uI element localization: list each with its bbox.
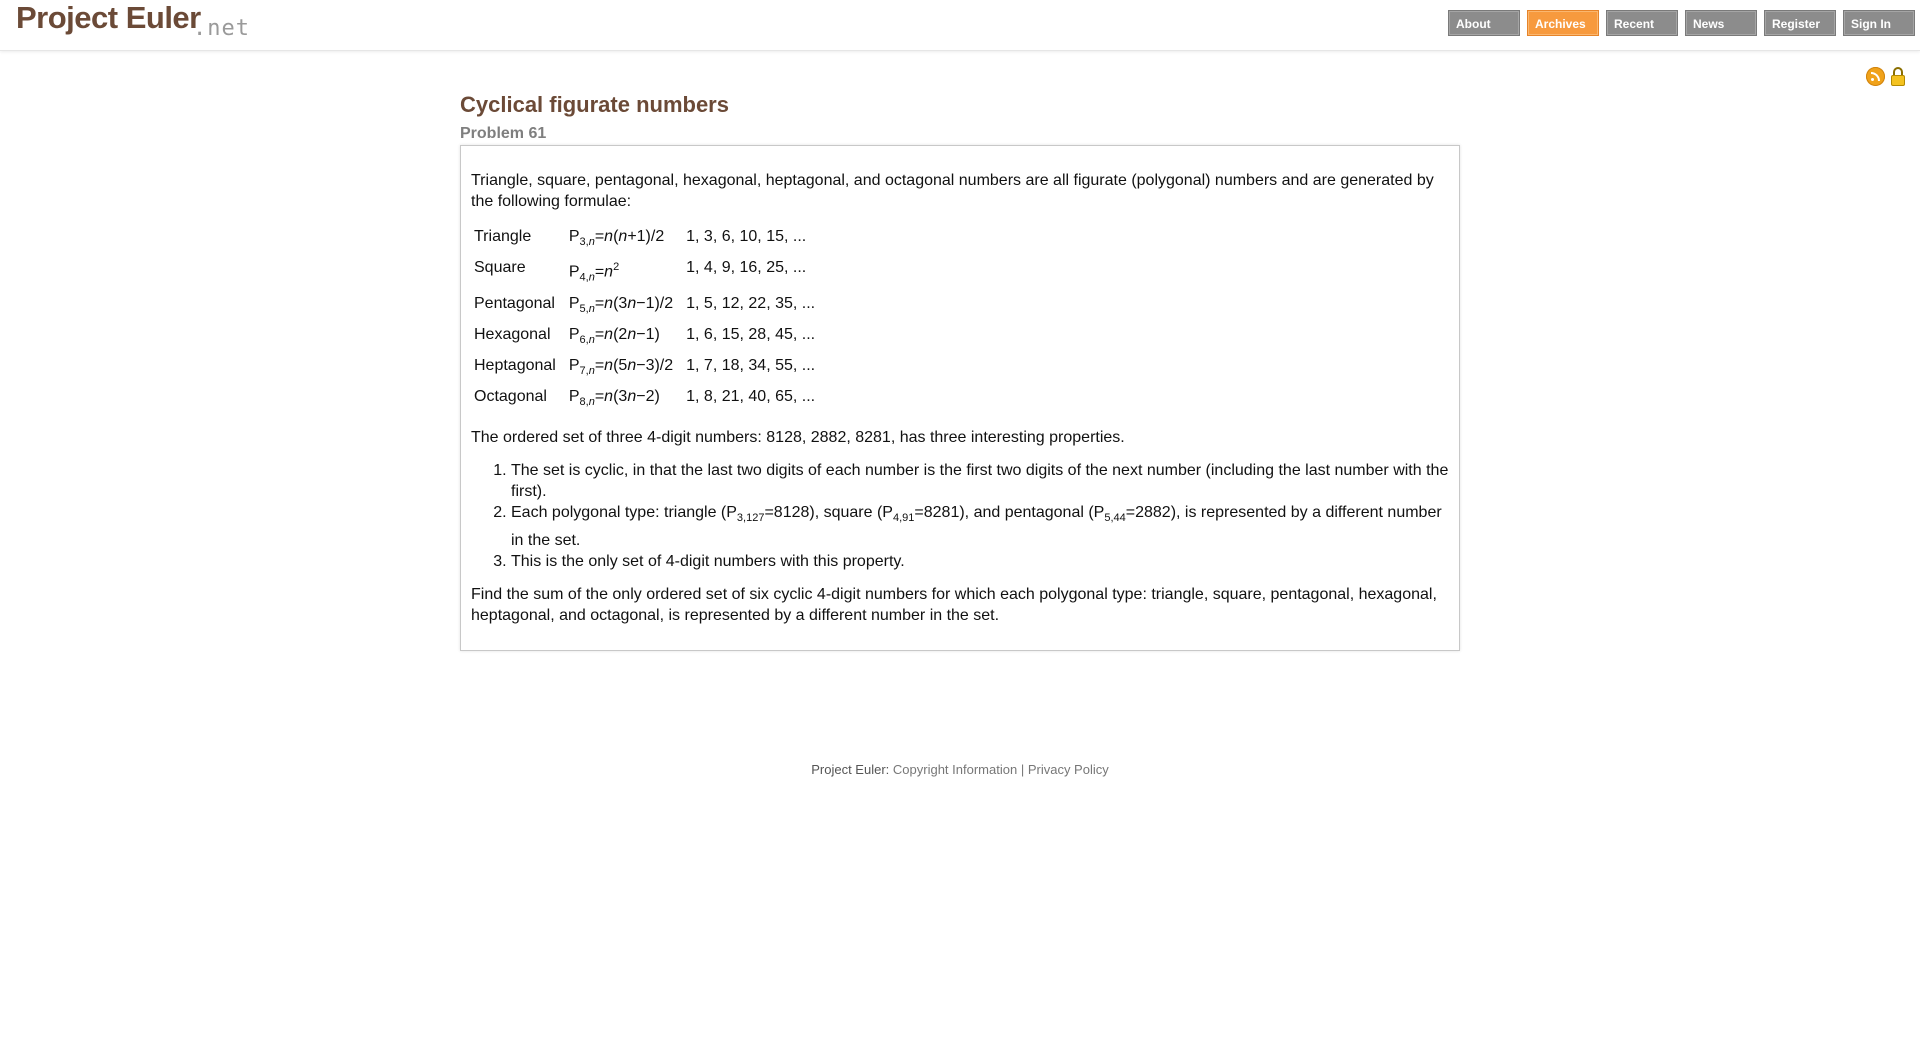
formula-row: Octagonal P8,n=n(3n−2) 1, 8, 21, 40, 65,… — [473, 384, 825, 415]
rss-icon[interactable] — [1866, 67, 1885, 86]
formula-expression: P7,n=n(5n−3)/2 — [568, 357, 674, 378]
formula-expression: P8,n=n(3n−2) — [568, 388, 660, 409]
top-bar: Project Euler .net About Archives Recent… — [0, 0, 1920, 51]
formula-table: Triangle P3,n=n(n+1)/2 1, 3, 6, 10, 15, … — [471, 224, 827, 415]
ordered-set-paragraph: The ordered set of three 4-digit numbers… — [471, 429, 1125, 447]
main-nav: About Archives Recent News Register Sign… — [1441, 10, 1915, 36]
copyright-link[interactable]: Copyright Information — [893, 762, 1017, 777]
formula-expression: P5,n=n(3n−1)/2 — [568, 294, 674, 315]
nav-about[interactable]: About — [1448, 10, 1520, 36]
problem-number: Problem 61 — [460, 125, 547, 142]
formula-expression: P3,n=n(n+1)/2 — [568, 228, 665, 249]
nav-register[interactable]: Register — [1764, 10, 1836, 36]
privacy-link[interactable]: Privacy Policy — [1028, 762, 1109, 777]
footer-prefix: Project Euler: — [811, 762, 890, 777]
logo-text: Project Euler — [16, 0, 201, 35]
formula-row: Heptagonal P7,n=n(5n−3)/2 1, 7, 18, 34, … — [473, 353, 825, 384]
formula-expression: P4,n=n2 — [568, 261, 620, 284]
footer-separator: | — [1020, 762, 1025, 777]
nav-recent[interactable]: Recent — [1606, 10, 1678, 36]
properties-list: The set is cyclic, in that the last two … — [471, 460, 1449, 571]
formula-row: Hexagonal P6,n=n(2n−1) 1, 6, 15, 28, 45,… — [473, 322, 825, 353]
formula-name: Triangle — [474, 228, 532, 245]
formula-name: Heptagonal — [474, 357, 556, 375]
nav-news[interactable]: News — [1685, 10, 1757, 36]
utility-icons — [1866, 67, 1905, 87]
formula-row: Square P4,n=n2 1, 4, 9, 16, 25, ... — [473, 255, 825, 291]
question-paragraph: Find the sum of the only ordered set of … — [471, 585, 1437, 624]
problem-statement: Triangle, square, pentagonal, hexagonal,… — [460, 145, 1460, 651]
formula-name: Hexagonal — [474, 325, 551, 343]
formula-expression: P6,n=n(2n−1) — [568, 325, 660, 347]
problem-content: Cyclical figurate numbers Problem 61 Tri… — [460, 89, 1460, 651]
formula-sequence: 1, 6, 15, 28, 45, ... — [686, 325, 816, 343]
lock-icon[interactable] — [1891, 67, 1905, 87]
intro-paragraph: Triangle, square, pentagonal, hexagonal,… — [471, 172, 1434, 210]
formula-name: Square — [474, 259, 526, 277]
page-title: Cyclical figurate numbers — [460, 92, 729, 117]
list-item: Each polygonal type: triangle (P3,127=81… — [511, 502, 1449, 550]
logo-suffix: .net — [193, 16, 250, 41]
formula-name: Pentagonal — [474, 294, 555, 312]
formula-sequence: 1, 3, 6, 10, 15, ... — [686, 228, 807, 245]
list-item: This is the only set of 4-digit numbers … — [511, 551, 1449, 572]
nav-archives[interactable]: Archives — [1527, 10, 1599, 36]
formula-sequence: 1, 8, 21, 40, 65, ... — [686, 388, 816, 406]
formula-sequence: 1, 7, 18, 34, 55, ... — [686, 357, 816, 375]
formula-name: Octagonal — [474, 388, 547, 406]
formula-row: Pentagonal P5,n=n(3n−1)/2 1, 5, 12, 22, … — [473, 291, 825, 322]
footer: Project Euler: Copyright Information | P… — [0, 762, 1920, 777]
formula-sequence: 1, 4, 9, 16, 25, ... — [686, 259, 807, 277]
formula-row: Triangle P3,n=n(n+1)/2 1, 3, 6, 10, 15, … — [473, 224, 825, 255]
formula-sequence: 1, 5, 12, 22, 35, ... — [686, 294, 816, 312]
list-item: The set is cyclic, in that the last two … — [511, 460, 1449, 502]
nav-sign-in[interactable]: Sign In — [1843, 10, 1915, 36]
